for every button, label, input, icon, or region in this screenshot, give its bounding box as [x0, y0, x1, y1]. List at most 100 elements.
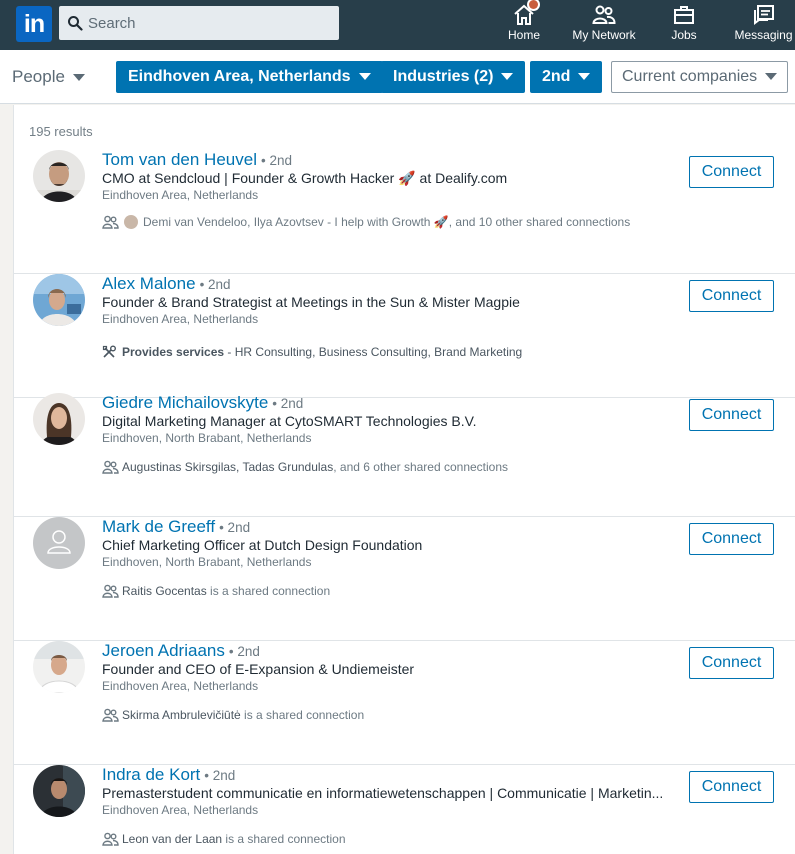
shared-connection-names: Skirma Ambrulevičiūtė — [122, 708, 241, 722]
shared-connection-names: Raitis Gocentas — [122, 584, 207, 598]
result-row: Indra de Kort • 2nd Premasterstudent comm… — [14, 765, 795, 854]
profile-location: Eindhoven Area, Netherlands — [102, 679, 259, 693]
current-companies-filter-button[interactable]: Current companies — [611, 61, 789, 93]
chevron-down-icon — [72, 74, 85, 82]
profile-headline: Digital Marketing Manager at CytoSMART T… — [102, 413, 477, 429]
profile-location: Eindhoven, North Brabant, Netherlands — [102, 555, 312, 569]
provided-services: Provides services - HR Consulting, Busin… — [102, 345, 522, 359]
shared-connections-text: is a shared connection — [206, 584, 331, 598]
briefcase-icon — [674, 6, 694, 24]
result-row: Tom van den Heuvel • 2nd CMO at Sendcloud… — [14, 150, 795, 274]
search-results-panel: 195 results Tom van den Heuvel • 2nd CMO … — [13, 105, 795, 854]
profile-name-link[interactable]: Tom van den Heuvel — [102, 150, 257, 169]
result-row: Alex Malone • 2nd Founder & Brand Strateg… — [14, 274, 795, 398]
chevron-down-icon — [765, 73, 778, 81]
chevron-down-icon — [501, 73, 514, 81]
profile-name-link[interactable]: Mark de Greeff — [102, 517, 215, 536]
results-count: 195 results — [29, 124, 93, 139]
connection-degree: • 2nd — [199, 277, 231, 292]
profile-headline: Chief Marketing Officer at Dutch Design … — [102, 537, 423, 553]
connect-button[interactable]: Connect — [689, 523, 774, 555]
avatar[interactable] — [33, 641, 85, 693]
shared-connections[interactable]: Raitis Gocentas is a shared connection — [102, 584, 330, 598]
profile-location: Eindhoven Area, Netherlands — [102, 803, 259, 817]
industries-filter-button[interactable]: Industries (2) — [381, 61, 526, 93]
connection-degree-filter-button[interactable]: 2nd — [530, 61, 603, 93]
connect-button[interactable]: Connect — [689, 647, 774, 679]
connect-button[interactable]: Connect — [689, 771, 774, 803]
people-group-icon — [102, 460, 119, 474]
profile-location: Eindhoven Area, Netherlands — [102, 312, 259, 326]
search-input[interactable]: Search — [59, 6, 339, 40]
profile-location: Eindhoven, North Brabant, Netherlands — [102, 431, 312, 445]
tools-icon — [102, 345, 116, 358]
profile-name-link[interactable]: Alex Malone — [102, 274, 196, 293]
connection-degree: • 2nd — [219, 520, 251, 535]
shared-connection-names: Leon van der Laan — [122, 832, 223, 846]
shared-connections[interactable]: Leon van der Laan is a shared connection — [102, 832, 346, 846]
result-row: Mark de Greeff • 2nd Chief Marketing Offi… — [14, 517, 795, 641]
shared-connections[interactable]: Skirma Ambrulevičiūtė is a shared connec… — [102, 708, 364, 722]
people-group-icon — [102, 708, 119, 722]
location-filter-button[interactable]: Eindhoven Area, Netherlands — [116, 61, 383, 93]
shared-connection-avatar — [124, 215, 138, 229]
chevron-down-icon — [578, 73, 591, 81]
shared-connections-text: Demi van Vendeloo, Ilya Azovtsev - I hel… — [143, 215, 631, 229]
people-group-icon — [102, 584, 119, 598]
avatar[interactable] — [33, 393, 85, 445]
nav-my-network-label: My Network — [572, 28, 636, 42]
shared-connections[interactable]: Augustinas Skirsgilas, Tadas Grundulas, … — [102, 460, 508, 474]
avatar[interactable] — [33, 150, 85, 202]
nav-jobs-label: Jobs — [671, 28, 697, 42]
linkedin-logo[interactable]: in — [16, 6, 52, 42]
connection-degree: • 2nd — [260, 153, 292, 168]
nav-jobs[interactable]: Jobs — [657, 0, 711, 50]
connection-degree: • 2nd — [228, 644, 260, 659]
connect-button[interactable]: Connect — [689, 156, 774, 188]
people-group-icon — [102, 832, 119, 846]
shared-connections[interactable]: Demi van Vendeloo, Ilya Azovtsev - I hel… — [102, 215, 630, 229]
connect-button[interactable]: Connect — [689, 280, 774, 312]
connection-degree: • 2nd — [204, 768, 236, 783]
notification-badge — [527, 0, 540, 11]
provides-services-label: Provides services — [122, 345, 225, 359]
profile-name-link[interactable]: Jeroen Adriaans — [102, 641, 225, 660]
network-icon — [592, 5, 616, 24]
search-filter-bar: People Eindhoven Area, Netherlands Indus… — [0, 50, 795, 104]
avatar[interactable] — [33, 274, 85, 326]
profile-headline: Founder and CEO of E-Expansion & Undieme… — [102, 661, 415, 677]
result-row: Giedre Michailovskyte • 2nd Digital Marke… — [14, 393, 795, 517]
industries-filter-label: Industries (2) — [393, 68, 494, 85]
nav-messaging[interactable]: Messaging — [732, 0, 795, 50]
connect-button[interactable]: Connect — [689, 399, 774, 431]
result-name-line: Indra de Kort • 2nd — [102, 765, 235, 785]
profile-headline: Founder & Brand Strategist at Meetings i… — [102, 294, 520, 310]
top-nav-bar: in Search Home My Network Jobs Messaging — [0, 0, 795, 50]
nav-messaging-label: Messaging — [734, 28, 793, 42]
shared-connections-text: is a shared connection — [240, 708, 365, 722]
profile-location: Eindhoven Area, Netherlands — [102, 188, 259, 202]
connection-degree: • 2nd — [272, 396, 304, 411]
avatar[interactable] — [33, 765, 85, 817]
location-filter-label: Eindhoven Area, Netherlands — [128, 68, 351, 85]
result-row: Jeroen Adriaans • 2nd Founder and CEO of … — [14, 641, 795, 765]
result-name-line: Alex Malone • 2nd — [102, 274, 231, 294]
chevron-down-icon — [358, 73, 371, 81]
services-list: - HR Consulting, Business Consulting, Br… — [224, 345, 523, 359]
profile-name-link[interactable]: Giedre Michailovskyte — [102, 393, 268, 412]
people-filter[interactable]: People — [12, 67, 85, 87]
people-filter-label: People — [12, 67, 65, 86]
nav-home[interactable]: Home — [497, 0, 551, 50]
avatar-placeholder[interactable] — [33, 517, 85, 569]
companies-filter-label: Current companies — [622, 68, 758, 85]
profile-headline: Premasterstudent communicatie en informa… — [102, 785, 664, 801]
search-icon — [68, 16, 83, 31]
degree-filter-label: 2nd — [542, 68, 571, 85]
profile-name-link[interactable]: Indra de Kort — [102, 765, 200, 784]
result-name-line: Jeroen Adriaans • 2nd — [102, 641, 260, 661]
nav-home-label: Home — [507, 28, 540, 42]
nav-my-network[interactable]: My Network — [567, 0, 641, 50]
shared-connections-text: is a shared connection — [222, 832, 346, 846]
shared-connections-text: , and 6 other shared connections — [333, 460, 509, 474]
search-placeholder: Search — [88, 15, 136, 32]
